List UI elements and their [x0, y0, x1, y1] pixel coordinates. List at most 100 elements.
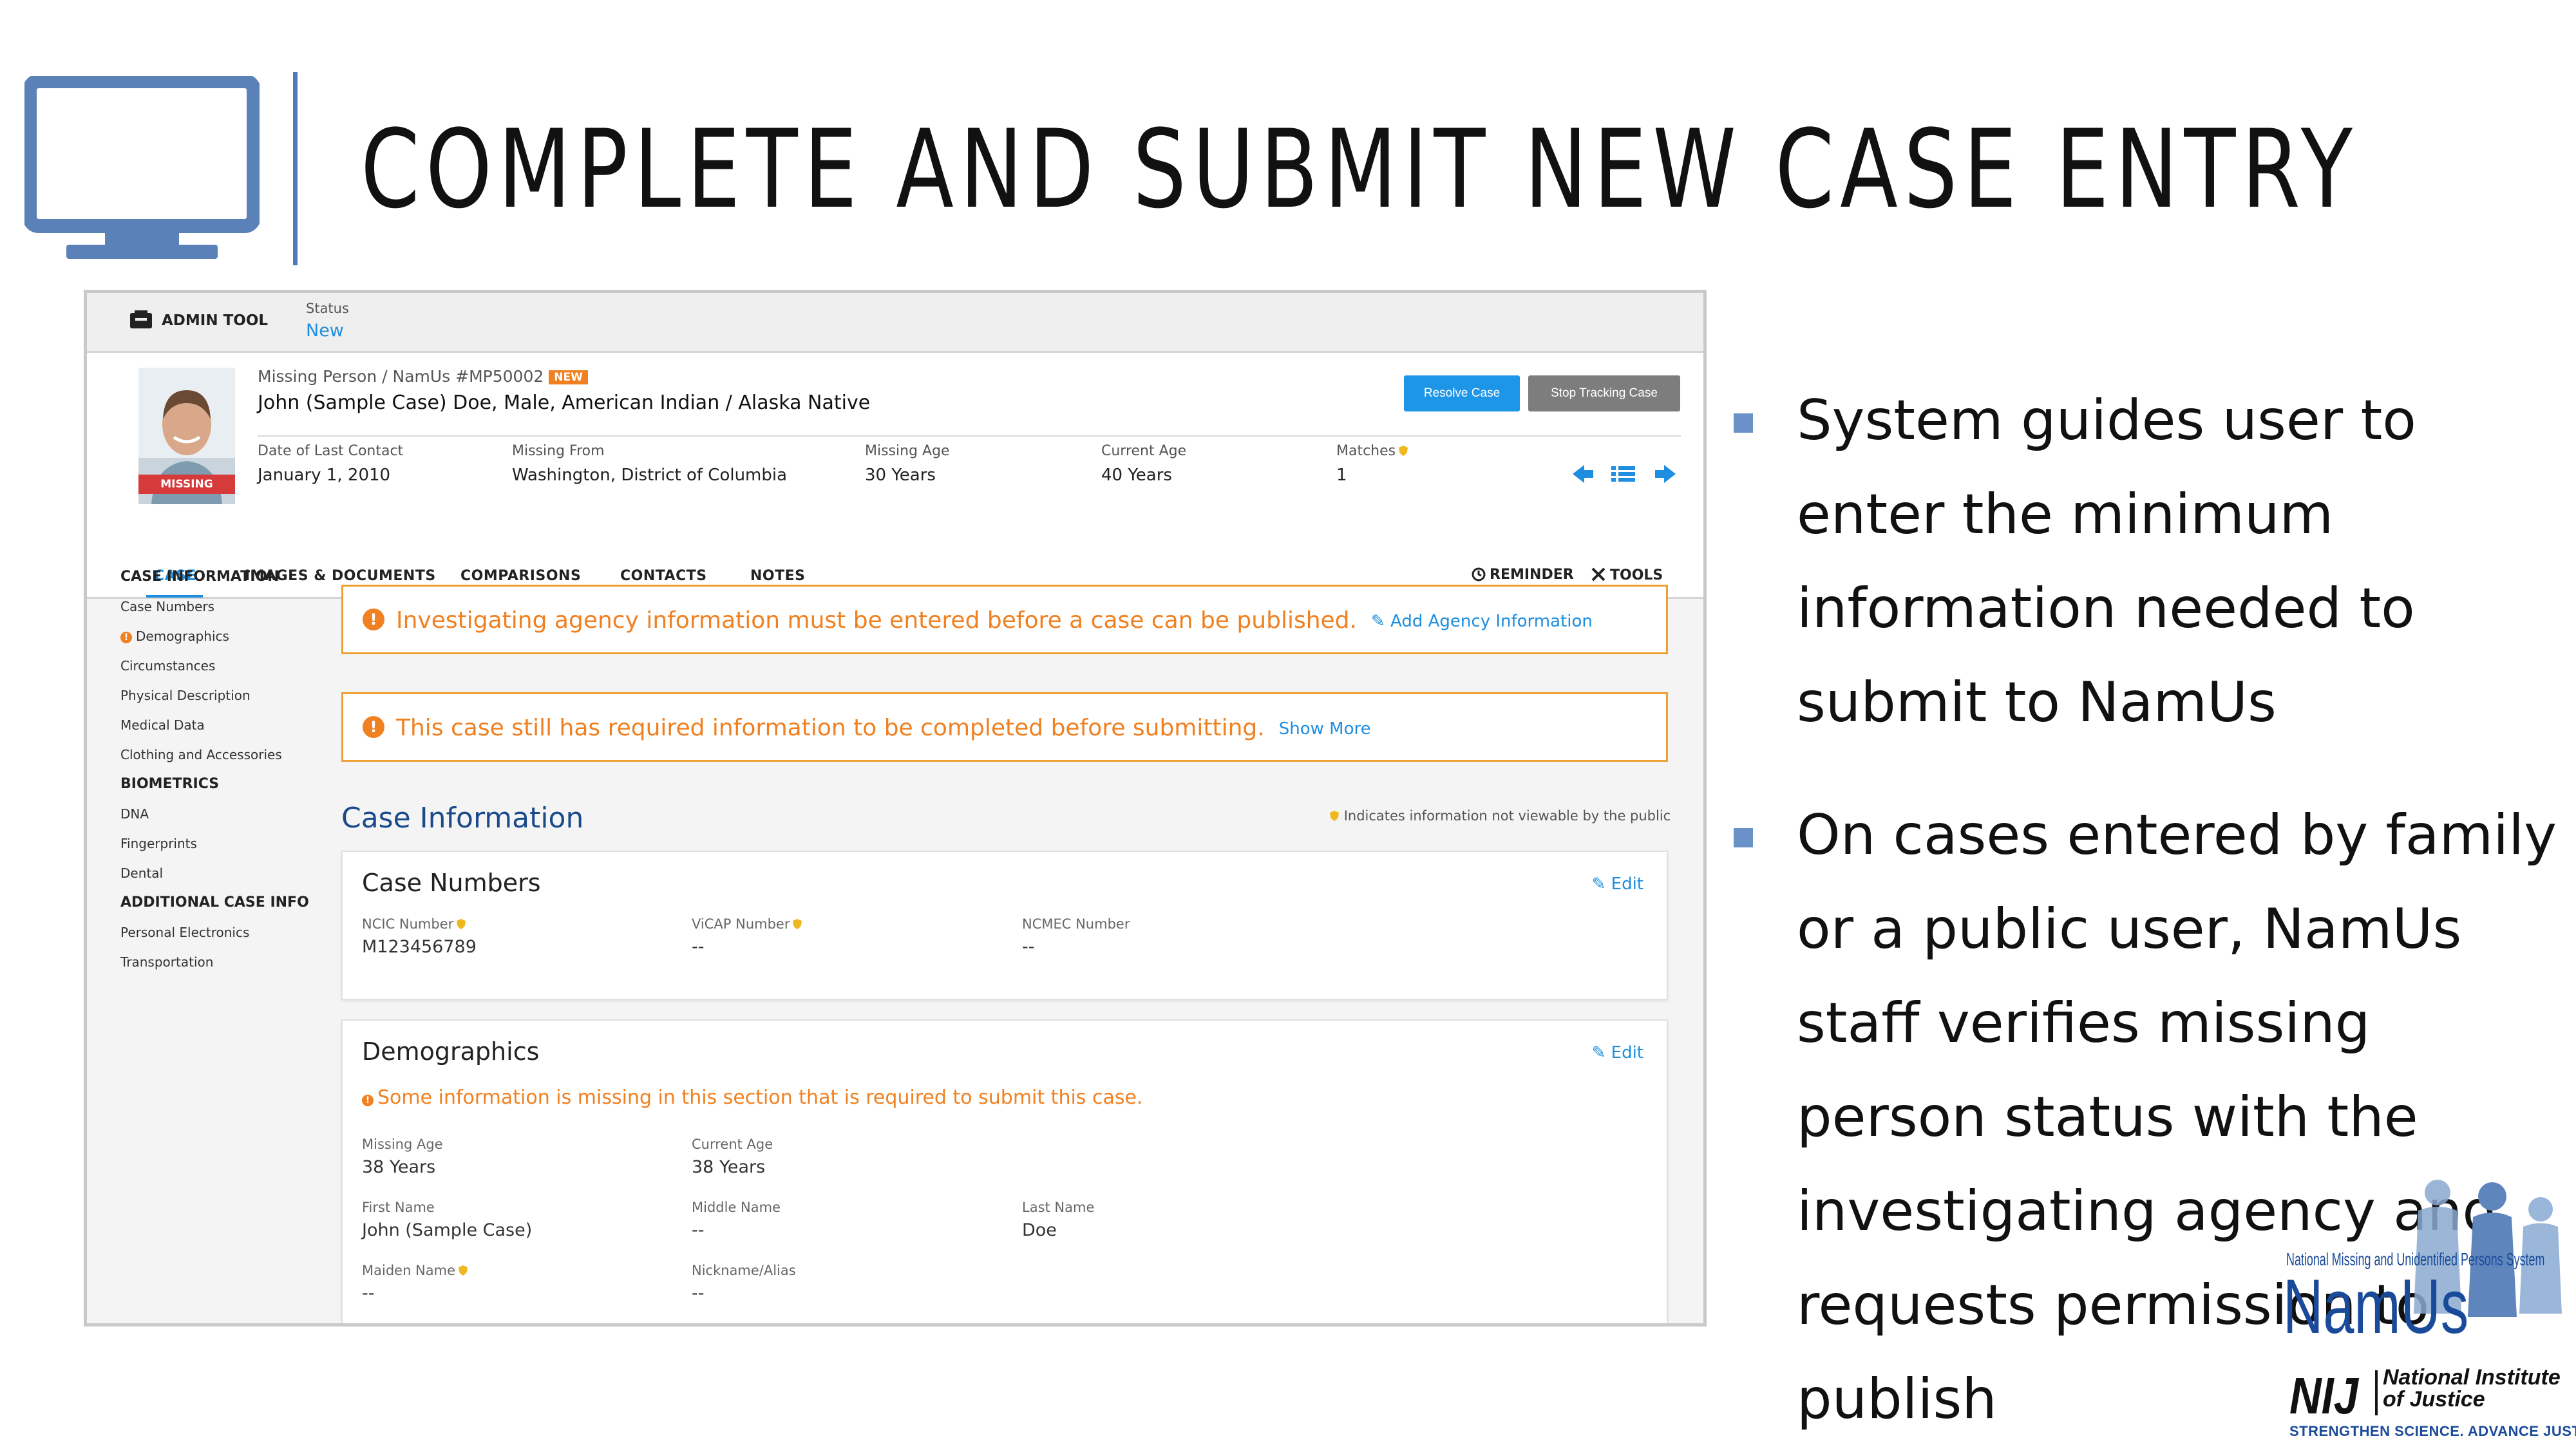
add-agency-label: Add Agency Information	[1390, 612, 1593, 631]
field-current-age: Current Age 38 Years	[692, 1137, 773, 1177]
computer-monitor-icon	[24, 76, 260, 259]
field-missing-age: Missing Age 38 Years	[362, 1137, 443, 1177]
sidebar-heading-additional[interactable]: ADDITIONAL CASE INFO	[120, 888, 314, 918]
tab-comparisons[interactable]: COMPARISONS	[460, 568, 581, 584]
next-arrow-icon[interactable]	[1655, 465, 1676, 483]
edit-link[interactable]: ✎ Edit	[1592, 1043, 1643, 1062]
shield-icon	[1330, 811, 1339, 821]
required-alert-text: This case still has required information…	[396, 715, 1265, 741]
sidebar-item-transportation[interactable]: Transportation	[120, 947, 314, 977]
add-agency-link[interactable]: ✎ Add Agency Information	[1371, 612, 1593, 631]
shield-icon	[457, 919, 466, 929]
field-last-name: Last Name Doe	[1022, 1200, 1094, 1240]
list-icon[interactable]	[1611, 466, 1635, 482]
reminder-button[interactable]: REMINDER	[1472, 567, 1574, 583]
previous-arrow-icon[interactable]	[1573, 465, 1593, 483]
admin-bar: ADMIN TOOL Status New	[87, 293, 1703, 353]
status-value: New	[306, 321, 344, 341]
field-value: --	[692, 1283, 705, 1303]
resolve-case-button[interactable]: Resolve Case	[1404, 375, 1520, 411]
shield-icon	[793, 919, 802, 929]
inbox-tray-icon	[130, 310, 152, 328]
warning-icon: !	[120, 632, 132, 643]
sidebar-item-demographics[interactable]: ! Demographics	[120, 621, 314, 651]
meta-label: Missing From	[512, 443, 605, 459]
sidebar-item-physical-description[interactable]: Physical Description	[120, 681, 314, 710]
show-more-link[interactable]: Show More	[1279, 719, 1371, 739]
field-nickname-alias: Nickname/Alias --	[692, 1263, 796, 1303]
sidebar-item-dna[interactable]: DNA	[120, 799, 314, 829]
agency-alert-text: Investigating agency information must be…	[396, 607, 1357, 634]
tools-label: TOOLS	[1610, 567, 1663, 583]
shield-icon	[1399, 446, 1408, 456]
clock-icon	[1472, 567, 1486, 581]
demographics-card: Demographics ✎ Edit ! Some information is…	[341, 1019, 1668, 1323]
bullet-marker	[1734, 828, 1753, 847]
field-value: Doe	[1022, 1220, 1057, 1240]
field-value: --	[362, 1283, 375, 1303]
field-value: --	[692, 1220, 705, 1240]
maiden-name-label: Maiden Name	[362, 1263, 456, 1278]
sidebar-item-personal-electronics[interactable]: Personal Electronics	[120, 918, 314, 947]
meta-value: 1	[1336, 466, 1347, 485]
tab-notes[interactable]: NOTES	[750, 568, 806, 584]
field-label: Current Age	[692, 1137, 773, 1152]
field-value: --	[692, 937, 705, 957]
privacy-note-text: Indicates information not viewable by th…	[1343, 808, 1671, 824]
edit-label: Edit	[1611, 1043, 1643, 1062]
meta-current-age: Current Age 40 Years	[1101, 443, 1186, 485]
field-label: NCIC Number	[362, 916, 477, 932]
matches-label: Matches	[1336, 443, 1396, 459]
case-sidebar: CASE INFORMATION Case Numbers ! Demograph…	[120, 562, 314, 977]
sidebar-item-fingerprints[interactable]: Fingerprints	[120, 829, 314, 858]
warning-icon: !	[363, 716, 384, 738]
shield-icon	[459, 1265, 468, 1276]
sidebar-item-clothing[interactable]: Clothing and Accessories	[120, 740, 314, 769]
section-warning: ! Some information is missing in this sec…	[362, 1086, 1142, 1109]
admin-tool-label[interactable]: ADMIN TOOL	[162, 312, 268, 329]
nij-name-line: of Justice	[2383, 1387, 2485, 1412]
tools-button[interactable]: TOOLS	[1591, 567, 1663, 583]
nij-tagline: STRENGTHEN SCIENCE. ADVANCE JUSTICE.	[2289, 1423, 2576, 1439]
case-name: John (Sample Case) Doe, Male, American I…	[258, 392, 871, 414]
namus-wordmark: NamUs	[2283, 1263, 2469, 1350]
bullet-marker	[1734, 413, 1753, 433]
field-maiden-name: Maiden Name --	[362, 1263, 468, 1303]
case-id-line: Missing Person / NamUs #MP50002 NEW	[258, 367, 588, 386]
edit-link[interactable]: ✎ Edit	[1592, 874, 1643, 894]
alert-message: Investigating agency information must be…	[396, 607, 1593, 634]
field-middle-name: Middle Name --	[692, 1200, 781, 1240]
case-navigation	[1573, 465, 1676, 483]
field-value: 38 Years	[362, 1157, 436, 1177]
stop-tracking-button[interactable]: Stop Tracking Case	[1528, 375, 1680, 411]
sidebar-item-case-numbers[interactable]: Case Numbers	[120, 592, 314, 621]
meta-matches[interactable]: Matches 1	[1336, 443, 1408, 485]
edit-label: Edit	[1611, 874, 1643, 894]
sidebar-item-dental[interactable]: Dental	[120, 858, 314, 888]
nij-name: National Institute of Justice	[2383, 1366, 2561, 1410]
agency-alert: ! Investigating agency information must …	[341, 585, 1668, 654]
card-title: Demographics	[362, 1037, 540, 1066]
header-divider	[258, 435, 1681, 437]
reminder-label: REMINDER	[1490, 567, 1574, 583]
field-first-name: First Name John (Sample Case)	[362, 1200, 532, 1240]
title-divider	[293, 72, 298, 265]
case-id-text: Missing Person / NamUs #MP50002	[258, 367, 544, 386]
ncic-label: NCIC Number	[362, 916, 454, 932]
sidebar-heading-case-information[interactable]: CASE INFORMATION	[120, 562, 314, 592]
sidebar-heading-biometrics[interactable]: BIOMETRICS	[120, 769, 314, 799]
case-numbers-card: Case Numbers ✎ Edit NCIC Number M1234567…	[341, 851, 1668, 1000]
nij-divider	[2375, 1370, 2378, 1415]
section-title: Case Information	[341, 802, 584, 835]
meta-value: 40 Years	[1101, 466, 1172, 485]
card-title: Case Numbers	[362, 869, 541, 897]
field-value: 38 Years	[692, 1157, 766, 1177]
tab-contacts[interactable]: CONTACTS	[620, 568, 707, 584]
warning-icon: !	[362, 1095, 374, 1106]
warning-icon: !	[363, 609, 384, 630]
sidebar-item-circumstances[interactable]: Circumstances	[120, 651, 314, 681]
slide-title: COMPLETE AND SUBMIT NEW CASE ENTRY	[361, 106, 2359, 232]
missing-badge: MISSING	[138, 475, 235, 494]
sidebar-item-medical-data[interactable]: Medical Data	[120, 710, 314, 740]
status-label: Status	[306, 301, 349, 316]
